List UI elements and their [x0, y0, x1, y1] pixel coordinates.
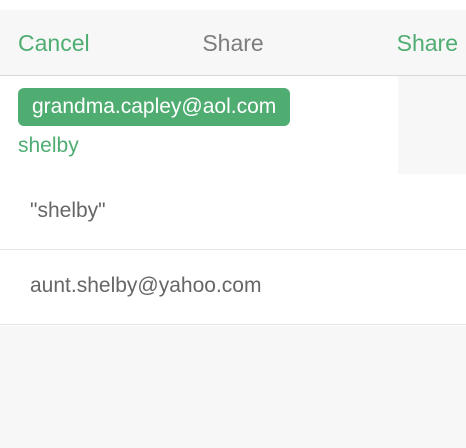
status-strip: [0, 0, 466, 10]
suggestion-row-search[interactable]: "shelby": [0, 175, 466, 250]
recipient-token[interactable]: grandma.capley@aol.com: [18, 88, 291, 126]
suggestion-list: "shelby" aunt.shelby@yahoo.com: [0, 175, 466, 325]
empty-background: [0, 326, 466, 448]
share-screen: Cancel Share Share grandma.capley@aol.co…: [0, 0, 466, 448]
suggestion-label: "shelby": [30, 199, 106, 222]
navigation-bar: Cancel Share Share: [0, 10, 466, 76]
recipient-input-text[interactable]: shelby: [18, 134, 79, 158]
suggestion-label: aunt.shelby@yahoo.com: [30, 274, 262, 297]
recipient-side-panel: [398, 76, 466, 174]
suggestion-row-contact[interactable]: aunt.shelby@yahoo.com: [0, 250, 466, 325]
share-button[interactable]: Share: [397, 30, 458, 57]
